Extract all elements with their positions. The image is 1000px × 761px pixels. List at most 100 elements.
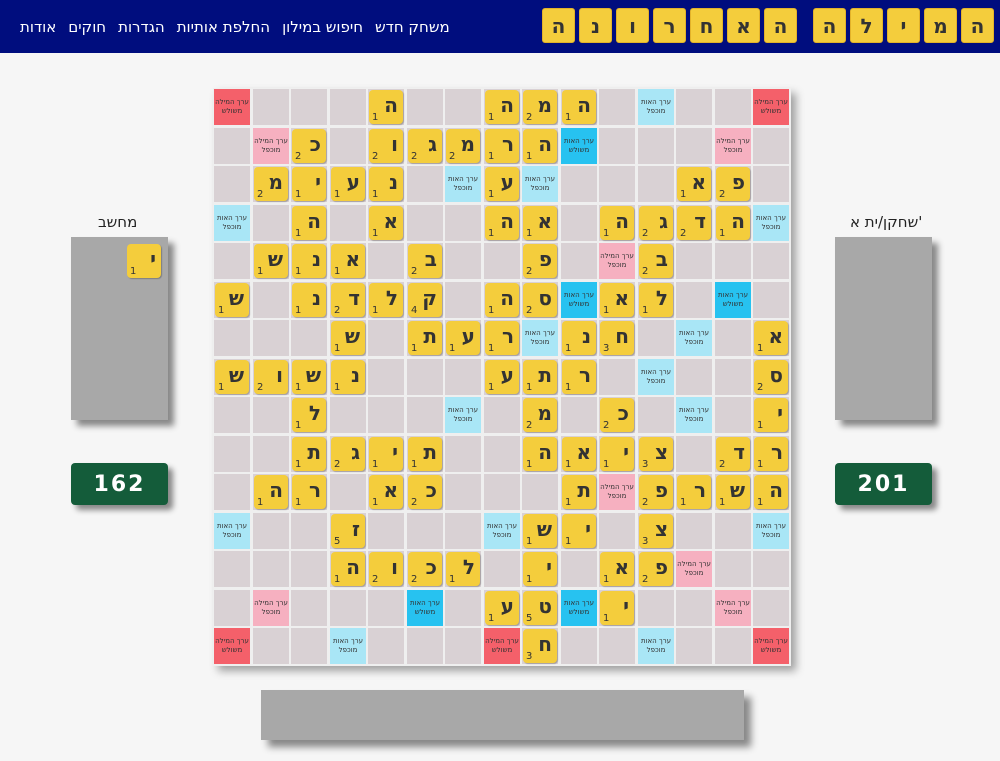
board-cell[interactable]: א1	[599, 551, 635, 587]
board-cell[interactable]	[522, 474, 558, 510]
board-cell-double-letter[interactable]: ערך האות מוכפל	[676, 320, 712, 356]
board-cell[interactable]	[330, 397, 366, 433]
board-cell[interactable]	[753, 282, 789, 318]
board-cell-triple-letter[interactable]: ערך האות משולש	[561, 282, 597, 318]
board-cell[interactable]	[214, 128, 250, 164]
board-cell[interactable]: ת1	[407, 320, 443, 356]
board-cell[interactable]	[368, 590, 404, 626]
board-cell[interactable]: ש1	[214, 359, 250, 395]
board-cell-triple-letter[interactable]: ערך האות משולש	[407, 590, 443, 626]
board-cell[interactable]: ע1	[484, 359, 520, 395]
board-cell[interactable]: ת1	[561, 474, 597, 510]
board-cell[interactable]: י1	[599, 590, 635, 626]
board-cell[interactable]	[368, 397, 404, 433]
board-cell[interactable]	[561, 551, 597, 587]
board-cell[interactable]: ג2	[330, 436, 366, 472]
board-cell-triple-letter[interactable]: ערך האות משולש	[715, 282, 751, 318]
board-cell[interactable]	[214, 320, 250, 356]
board-cell[interactable]	[638, 128, 674, 164]
board-cell[interactable]	[214, 590, 250, 626]
board-cell[interactable]: כ2	[407, 551, 443, 587]
board-cell[interactable]	[330, 474, 366, 510]
board-cell[interactable]: ת1	[291, 436, 327, 472]
board-cell[interactable]: ה1	[484, 89, 520, 125]
board-cell[interactable]	[715, 551, 751, 587]
board-cell[interactable]: פ2	[638, 474, 674, 510]
board-cell[interactable]: א1	[368, 474, 404, 510]
board-cell-double-word[interactable]: ערך המילה מוכפל	[599, 474, 635, 510]
board-cell[interactable]: י1	[561, 513, 597, 549]
board-cell[interactable]	[214, 243, 250, 279]
board-cell[interactable]	[676, 128, 712, 164]
board-cell[interactable]: ח3	[522, 628, 558, 664]
board-cell[interactable]	[484, 243, 520, 279]
board-cell[interactable]	[445, 474, 481, 510]
board-cell[interactable]: נ1	[561, 320, 597, 356]
board-cell[interactable]	[484, 551, 520, 587]
board-cell-triple-letter[interactable]: ערך האות משולש	[561, 590, 597, 626]
board-cell[interactable]: י1	[368, 436, 404, 472]
board-cell[interactable]	[484, 436, 520, 472]
board-cell[interactable]	[676, 513, 712, 549]
board-cell[interactable]: ח3	[599, 320, 635, 356]
board-cell[interactable]: י1	[599, 436, 635, 472]
board-cell[interactable]: א1	[330, 243, 366, 279]
board-cell[interactable]	[253, 513, 289, 549]
board-cell[interactable]: ש1	[330, 320, 366, 356]
board-cell[interactable]: א1	[599, 282, 635, 318]
board-cell[interactable]	[599, 359, 635, 395]
board-cell[interactable]	[599, 89, 635, 125]
board-cell[interactable]	[676, 89, 712, 125]
board-cell[interactable]: נ1	[368, 166, 404, 202]
board-cell[interactable]: ע1	[330, 166, 366, 202]
board-cell[interactable]	[253, 320, 289, 356]
board-cell[interactable]: ע1	[484, 590, 520, 626]
board-cell[interactable]	[407, 89, 443, 125]
nav-about[interactable]: אודות	[20, 18, 56, 36]
board-cell[interactable]	[253, 436, 289, 472]
board-cell[interactable]	[561, 166, 597, 202]
board-cell[interactable]	[638, 590, 674, 626]
board-cell[interactable]	[368, 243, 404, 279]
board-cell[interactable]: נ1	[291, 282, 327, 318]
board-cell-double-letter[interactable]: ערך האות מוכפל	[214, 513, 250, 549]
board-cell[interactable]	[599, 628, 635, 664]
board-cell[interactable]	[676, 243, 712, 279]
board-cell[interactable]	[407, 513, 443, 549]
board-cell-double-word[interactable]: ערך המילה מוכפל	[599, 243, 635, 279]
board-cell[interactable]	[445, 628, 481, 664]
nav-rules[interactable]: חוקים	[68, 18, 106, 36]
board-cell[interactable]: ש1	[253, 243, 289, 279]
board-cell[interactable]: ו2	[368, 551, 404, 587]
board-cell-double-word[interactable]: ערך המילה מוכפל	[253, 590, 289, 626]
board-cell[interactable]: כ2	[291, 128, 327, 164]
board-cell[interactable]: א1	[561, 436, 597, 472]
board-cell[interactable]	[214, 436, 250, 472]
board-cell[interactable]: כ2	[599, 397, 635, 433]
board-cell-double-letter[interactable]: ערך האות מוכפל	[753, 205, 789, 241]
board-cell[interactable]	[407, 166, 443, 202]
board-cell[interactable]	[407, 628, 443, 664]
board-cell[interactable]	[676, 282, 712, 318]
board-cell[interactable]: ר1	[484, 320, 520, 356]
board-cell[interactable]: ד2	[330, 282, 366, 318]
board-cell[interactable]: ר1	[676, 474, 712, 510]
board-cell[interactable]	[753, 590, 789, 626]
board-cell[interactable]	[445, 282, 481, 318]
board-cell[interactable]: ש1	[214, 282, 250, 318]
board-cell[interactable]: א1	[368, 205, 404, 241]
board-cell[interactable]	[445, 359, 481, 395]
board-cell[interactable]	[676, 628, 712, 664]
board-cell[interactable]	[561, 205, 597, 241]
board-cell[interactable]: י1	[522, 551, 558, 587]
board-cell[interactable]	[753, 551, 789, 587]
board-cell[interactable]	[753, 166, 789, 202]
board-cell[interactable]: ה1	[522, 128, 558, 164]
board-cell-double-letter[interactable]: ערך האות מוכפל	[522, 320, 558, 356]
nav-swap-letters[interactable]: החלפת אותיות	[177, 18, 270, 36]
board-cell[interactable]: ר1	[753, 436, 789, 472]
board-cell[interactable]	[715, 397, 751, 433]
board-cell[interactable]	[253, 89, 289, 125]
board-cell[interactable]: ד2	[676, 205, 712, 241]
board-cell[interactable]	[253, 282, 289, 318]
